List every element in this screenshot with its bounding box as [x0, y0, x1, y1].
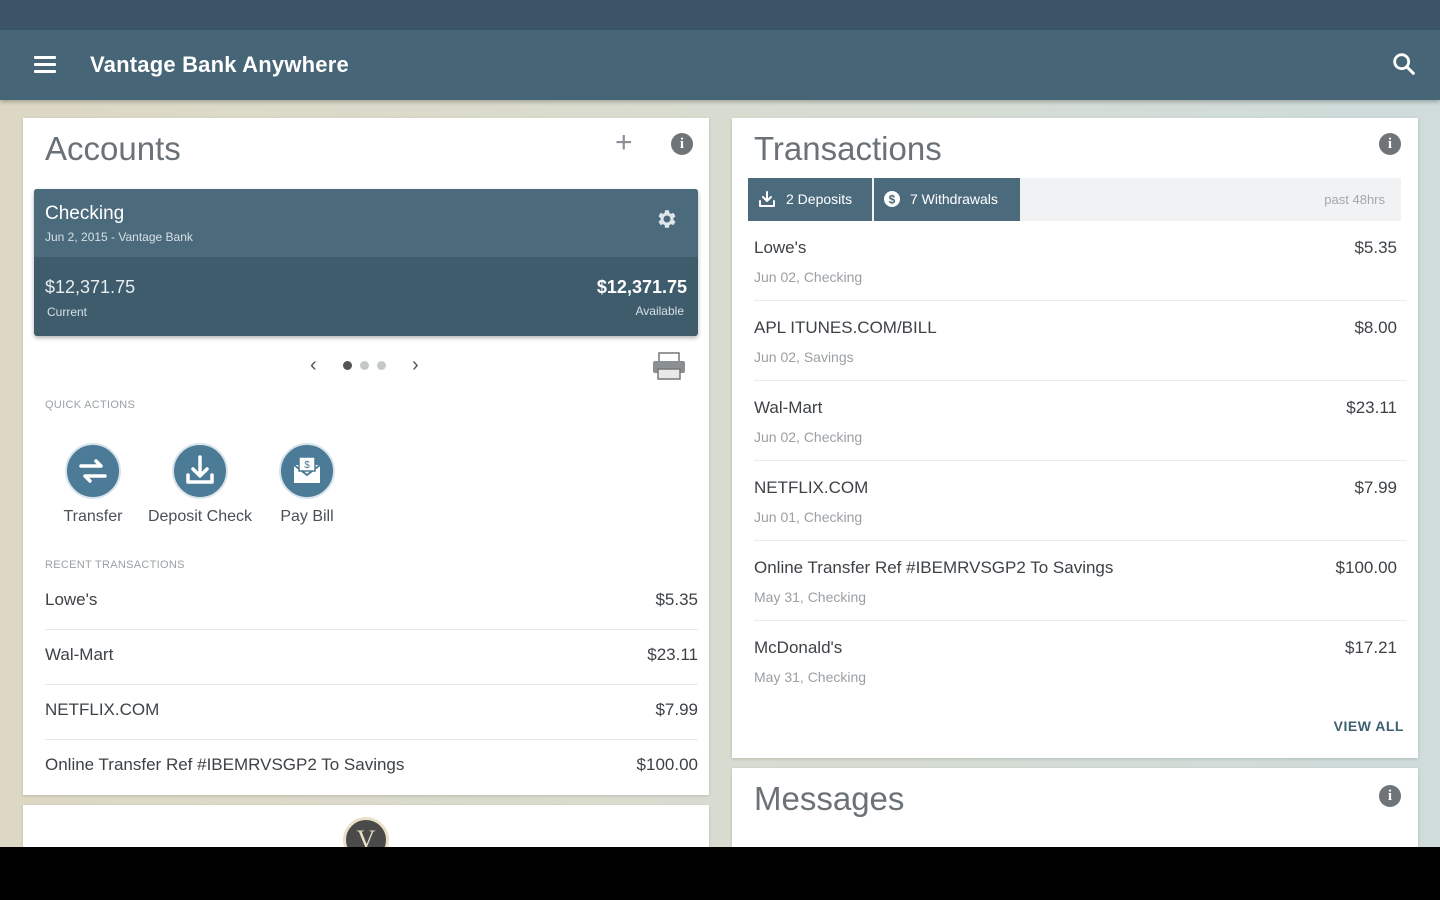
pay-bill-button[interactable]: $ Pay Bill	[247, 443, 367, 526]
account-name: Checking	[45, 203, 125, 224]
account-pager: ‹ ›	[306, 354, 436, 376]
info-icon[interactable]: i	[1379, 133, 1401, 155]
transfer-label: Transfer	[63, 508, 123, 525]
transaction-row[interactable]: McDonald's May 31, Checking $17.21	[754, 621, 1407, 700]
add-account-button[interactable]: +	[615, 128, 633, 158]
pager-dot[interactable]	[360, 361, 369, 370]
app-title: Vantage Bank Anywhere	[90, 52, 349, 77]
pay-bill-label: Pay Bill	[280, 508, 334, 525]
transaction-date: May 31, Checking	[754, 669, 867, 685]
transaction-name: Lowe's	[45, 590, 98, 609]
messages-title: Messages	[754, 780, 905, 817]
transaction-date: Jun 02, Savings	[754, 349, 854, 365]
transaction-name: Wal-Mart	[754, 398, 823, 417]
transfer-button[interactable]: Transfer	[33, 443, 153, 526]
status-bar	[0, 0, 1440, 30]
transaction-name: Online Transfer Ref #IBEMRVSGP2 To Savin…	[45, 755, 405, 774]
quick-actions-label: QUICK ACTIONS	[45, 399, 136, 411]
transaction-date: Jun 01, Checking	[754, 509, 863, 525]
transactions-card: Transactions i 2 Deposits $ 7 Withdrawal…	[732, 118, 1418, 758]
transaction-filter-bar: 2 Deposits $ 7 Withdrawals past 48hrs	[748, 178, 1401, 221]
recent-transaction-row[interactable]: Wal-Mart $23.11	[45, 629, 698, 685]
recent-transactions-label: RECENT TRANSACTIONS	[45, 559, 185, 571]
transaction-amount: $7.99	[1354, 478, 1397, 497]
recent-transaction-row[interactable]: NETFLIX.COM $7.99	[45, 684, 698, 740]
system-navigation-bar	[0, 847, 1440, 900]
transaction-amount: $7.99	[655, 700, 698, 719]
transaction-name: Online Transfer Ref #IBEMRVSGP2 To Savin…	[754, 558, 1114, 577]
withdrawals-filter-label: 7 Withdrawals	[910, 191, 998, 207]
account-card[interactable]: Checking Jun 2, 2015 - Vantage Bank $12,…	[34, 189, 698, 336]
transaction-name: APL ITUNES.COM/BILL	[754, 318, 937, 337]
view-all-link[interactable]: VIEW ALL	[1334, 718, 1404, 734]
pager-dot-active[interactable]	[343, 361, 352, 370]
recent-transaction-row[interactable]: Online Transfer Ref #IBEMRVSGP2 To Savin…	[45, 739, 698, 794]
transaction-row[interactable]: NETFLIX.COM Jun 01, Checking $7.99	[754, 461, 1407, 541]
chevron-left-icon[interactable]: ‹	[310, 354, 317, 376]
transaction-amount: $100.00	[1335, 558, 1397, 577]
transaction-amount: $5.35	[1354, 238, 1397, 257]
chevron-right-icon[interactable]: ›	[412, 354, 419, 376]
transaction-amount: $8.00	[1354, 318, 1397, 337]
transaction-date: Jun 02, Checking	[754, 429, 863, 445]
transfer-icon	[65, 443, 121, 499]
app-bar: Vantage Bank Anywhere	[0, 30, 1440, 100]
info-icon[interactable]: i	[671, 133, 693, 155]
download-icon	[759, 191, 775, 207]
deposit-check-button[interactable]: Deposit Check	[140, 443, 260, 526]
pager-dot[interactable]	[377, 361, 386, 370]
transaction-amount: $23.11	[1346, 398, 1397, 417]
available-balance: $12,371.75	[596, 277, 687, 297]
svg-text:$: $	[304, 460, 310, 471]
withdrawals-filter-button[interactable]: $ 7 Withdrawals	[874, 178, 1020, 221]
svg-text:$: $	[889, 193, 896, 207]
transaction-date: Jun 02, Checking	[754, 269, 863, 285]
printer-icon[interactable]	[651, 352, 687, 380]
available-label: Available	[635, 304, 684, 318]
period-label: past 48hrs	[1324, 192, 1385, 207]
info-icon[interactable]: i	[1379, 785, 1401, 807]
current-label: Current	[47, 305, 88, 319]
menu-button[interactable]	[30, 50, 60, 80]
gear-icon[interactable]	[655, 207, 679, 231]
account-subtitle: Jun 2, 2015 - Vantage Bank	[45, 230, 193, 244]
transaction-row[interactable]: Online Transfer Ref #IBEMRVSGP2 To Savin…	[754, 541, 1407, 621]
transaction-amount: $100.00	[636, 755, 698, 774]
transaction-name: McDonald's	[754, 638, 843, 657]
search-icon[interactable]	[1390, 50, 1418, 78]
accounts-card: Accounts + i Checking Jun 2, 2015 - Vant…	[23, 118, 709, 795]
transaction-amount: $5.35	[655, 590, 698, 609]
transactions-title: Transactions	[754, 130, 942, 167]
transaction-name: Wal-Mart	[45, 645, 114, 664]
transaction-name: NETFLIX.COM	[754, 478, 869, 497]
transaction-name: NETFLIX.COM	[45, 700, 160, 719]
deposit-icon	[172, 443, 228, 499]
transaction-amount: $23.11	[647, 645, 698, 664]
dollar-icon: $	[884, 191, 900, 207]
transaction-amount: $17.21	[1345, 638, 1397, 657]
transaction-row[interactable]: Wal-Mart Jun 02, Checking $23.11	[754, 381, 1407, 461]
transaction-name: Lowe's	[754, 238, 807, 257]
transaction-row[interactable]: Lowe's Jun 02, Checking $5.35	[754, 221, 1407, 301]
deposits-filter-label: 2 Deposits	[786, 191, 853, 207]
accounts-title: Accounts	[45, 130, 181, 167]
recent-transaction-row[interactable]: Lowe's $5.35	[45, 574, 698, 630]
current-balance: $12,371.75	[45, 277, 136, 297]
transaction-row[interactable]: APL ITUNES.COM/BILL Jun 02, Savings $8.0…	[754, 301, 1407, 381]
pay-bill-icon: $	[279, 443, 335, 499]
transaction-date: May 31, Checking	[754, 589, 867, 605]
deposits-filter-button[interactable]: 2 Deposits	[748, 178, 872, 221]
deposit-check-label: Deposit Check	[147, 508, 253, 525]
